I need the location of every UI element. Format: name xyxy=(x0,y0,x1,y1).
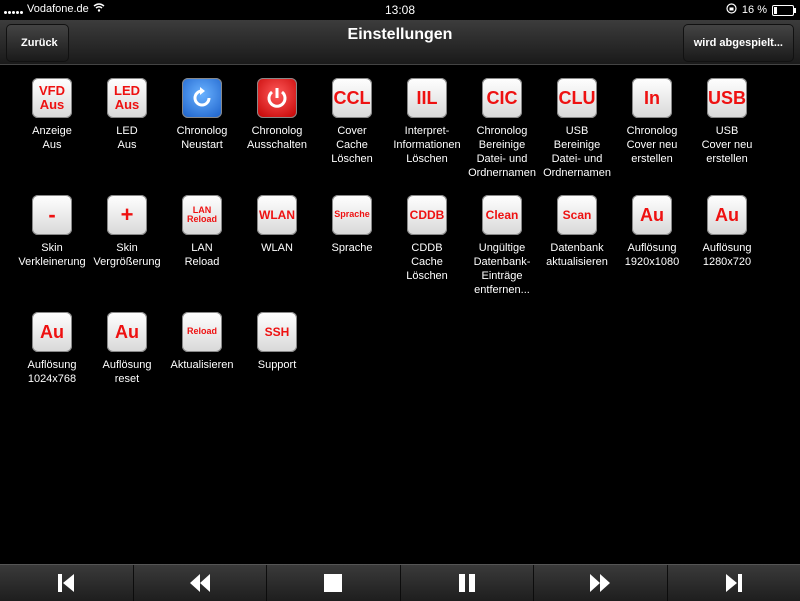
settings-tile[interactable]: Au Auflösung 1024x768 xyxy=(14,312,90,386)
rotation-lock-icon xyxy=(726,3,737,17)
tile-label: USB Bereinige Datei- und Ordnernamen xyxy=(539,124,615,180)
rewind-button[interactable] xyxy=(134,565,268,601)
tile-label: Skin Vergrößerung xyxy=(89,241,165,269)
tile-label: Ungültige Datenbank- Einträge entfernen.… xyxy=(464,241,540,297)
tile-icon[interactable]: + xyxy=(107,195,147,235)
fast-forward-icon xyxy=(588,573,612,593)
settings-tile[interactable]: Scan Datenbank aktualisieren xyxy=(539,195,615,269)
tile-label: WLAN xyxy=(239,241,315,255)
settings-tile[interactable]: CIC Chronolog Bereinige Datei- und Ordner… xyxy=(464,78,540,180)
back-button[interactable]: Zurück xyxy=(6,24,69,62)
skip-back-icon xyxy=(56,573,76,593)
tile-label: Auflösung 1280x720 xyxy=(689,241,765,269)
tile-icon[interactable]: Au xyxy=(632,195,672,235)
settings-tile[interactable]: CLU USB Bereinige Datei- und Ordnernamen xyxy=(539,78,615,180)
tile-label: Auflösung 1920x1080 xyxy=(614,241,690,269)
skip-forward-button[interactable] xyxy=(668,565,800,601)
tile-icon[interactable]: Scan xyxy=(557,195,597,235)
stop-button[interactable] xyxy=(267,565,401,601)
rewind-icon xyxy=(188,573,212,593)
settings-tile[interactable]: Au Auflösung 1920x1080 xyxy=(614,195,690,269)
settings-tile[interactable]: Sprache Sprache xyxy=(314,195,390,255)
tile-icon[interactable]: IIL xyxy=(407,78,447,118)
settings-tile[interactable]: USB USB Cover neu erstellen xyxy=(689,78,765,166)
battery-percent: 16 % xyxy=(742,4,767,16)
tile-label: Auflösung 1024x768 xyxy=(14,358,90,386)
now-playing-button[interactable]: wird abgespielt... xyxy=(683,24,794,62)
settings-tile[interactable]: Au Auflösung 1280x720 xyxy=(689,195,765,269)
tile-label: Auflösung reset xyxy=(89,358,165,386)
settings-tile[interactable]: Reload Aktualisieren xyxy=(164,312,240,372)
status-bar: Vodafone.de 13:08 16 % xyxy=(0,0,800,20)
tile-icon[interactable]: Reload xyxy=(182,312,222,352)
tile-icon[interactable]: SSH xyxy=(257,312,297,352)
settings-tile[interactable]: WLAN WLAN xyxy=(239,195,315,255)
battery-area: 16 % xyxy=(726,3,794,17)
tile-icon[interactable]: LED Aus xyxy=(107,78,147,118)
tile-icon[interactable]: VFD Aus xyxy=(32,78,72,118)
tile-label: LAN Reload xyxy=(164,241,240,269)
tile-label: Chronolog Bereinige Datei- und Ordnernam… xyxy=(464,124,540,180)
tile-icon[interactable]: Au xyxy=(107,312,147,352)
tile-label: Chronolog Ausschalten xyxy=(239,124,315,152)
settings-tile[interactable]: VFD Aus Anzeige Aus xyxy=(14,78,90,152)
tile-label: Cover Cache Löschen xyxy=(314,124,390,166)
skip-back-button[interactable] xyxy=(0,565,134,601)
tile-icon[interactable]: Au xyxy=(707,195,747,235)
tile-icon[interactable]: USB xyxy=(707,78,747,118)
power-icon[interactable] xyxy=(257,78,297,118)
tile-label: Support xyxy=(239,358,315,372)
tile-icon[interactable]: WLAN xyxy=(257,195,297,235)
tile-label: Aktualisieren xyxy=(164,358,240,372)
tile-label: Datenbank aktualisieren xyxy=(539,241,615,269)
tile-icon[interactable]: - xyxy=(32,195,72,235)
tile-icon[interactable]: CCL xyxy=(332,78,372,118)
pause-icon xyxy=(457,573,477,593)
settings-tile[interactable]: CDDB CDDB Cache Löschen xyxy=(389,195,465,283)
tile-icon[interactable]: In xyxy=(632,78,672,118)
settings-tile[interactable]: Clean Ungültige Datenbank- Einträge entfe… xyxy=(464,195,540,297)
navigation-bar: Einstellungen Zurück wird abgespielt... xyxy=(0,20,800,65)
settings-tile[interactable]: Au Auflösung reset xyxy=(89,312,165,386)
settings-tile[interactable]: IIL Interpret- Informationen Löschen xyxy=(389,78,465,166)
pause-button[interactable] xyxy=(401,565,535,601)
tile-icon[interactable]: LAN Reload xyxy=(182,195,222,235)
tile-icon[interactable]: CDDB xyxy=(407,195,447,235)
restart-icon[interactable] xyxy=(182,78,222,118)
battery-icon xyxy=(772,5,794,16)
skip-forward-icon xyxy=(724,573,744,593)
fast-forward-button[interactable] xyxy=(534,565,668,601)
tile-label: USB Cover neu erstellen xyxy=(689,124,765,166)
settings-tile[interactable]: LED Aus LED Aus xyxy=(89,78,165,152)
playback-controls xyxy=(0,564,800,601)
tile-label: Anzeige Aus xyxy=(14,124,90,152)
page-title: Einstellungen xyxy=(0,22,800,48)
settings-tile[interactable]: SSH Support xyxy=(239,312,315,372)
tile-label: Chronolog Cover neu erstellen xyxy=(614,124,690,166)
tile-label: LED Aus xyxy=(89,124,165,152)
tile-icon[interactable]: Au xyxy=(32,312,72,352)
tile-icon[interactable]: Clean xyxy=(482,195,522,235)
tile-label: CDDB Cache Löschen xyxy=(389,241,465,283)
tile-icon[interactable]: Sprache xyxy=(332,195,372,235)
settings-tile[interactable]: Chronolog Neustart xyxy=(164,78,240,152)
tile-label: Sprache xyxy=(314,241,390,255)
settings-tile[interactable]: In Chronolog Cover neu erstellen xyxy=(614,78,690,166)
stop-icon xyxy=(323,573,343,593)
tile-icon[interactable]: CIC xyxy=(482,78,522,118)
tile-label: Interpret- Informationen Löschen xyxy=(389,124,465,166)
settings-tile[interactable]: - Skin Verkleinerung xyxy=(14,195,90,269)
tile-label: Chronolog Neustart xyxy=(164,124,240,152)
settings-tile[interactable]: CCL Cover Cache Löschen xyxy=(314,78,390,166)
clock: 13:08 xyxy=(0,3,800,17)
tile-label: Skin Verkleinerung xyxy=(14,241,90,269)
settings-tile[interactable]: Chronolog Ausschalten xyxy=(239,78,315,152)
settings-tile[interactable]: LAN Reload LAN Reload xyxy=(164,195,240,269)
tile-icon[interactable]: CLU xyxy=(557,78,597,118)
settings-tile[interactable]: + Skin Vergrößerung xyxy=(89,195,165,269)
